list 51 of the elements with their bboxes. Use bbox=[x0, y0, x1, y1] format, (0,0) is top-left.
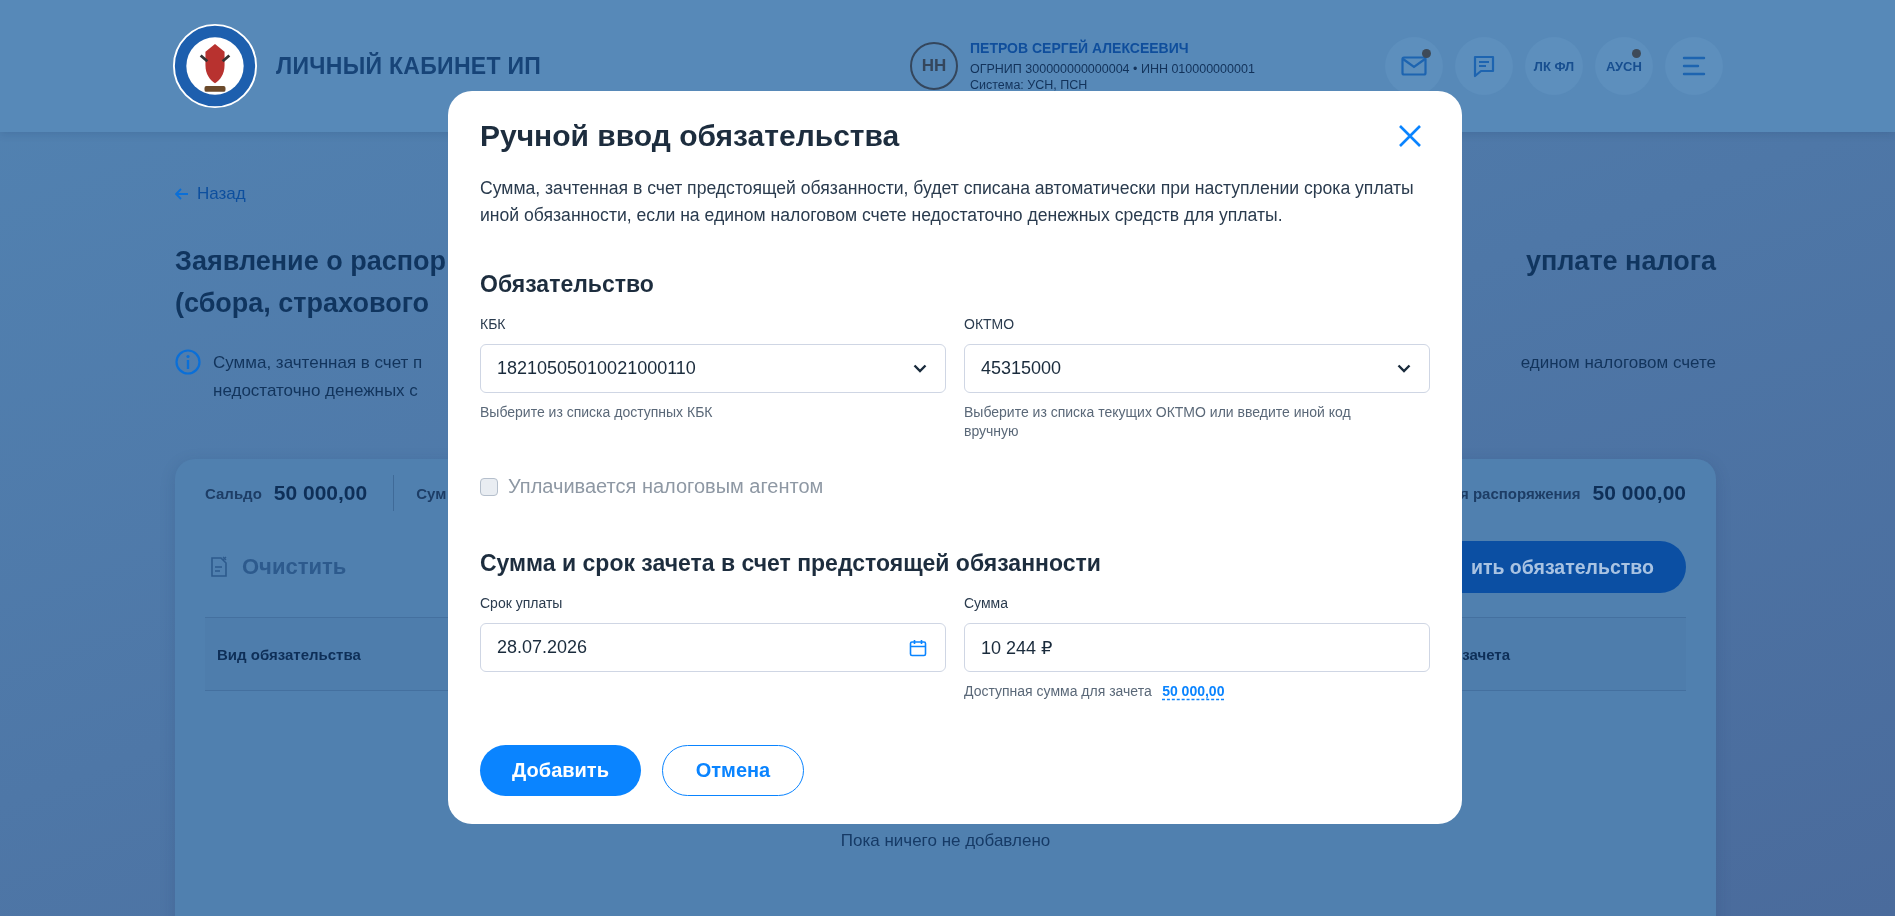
chevron-down-icon bbox=[913, 364, 927, 373]
date-field[interactable]: 28.07.2026 bbox=[480, 623, 946, 672]
tax-system: Система: УСН, ПСН bbox=[970, 78, 1089, 92]
column-header: зачета bbox=[1462, 645, 1510, 663]
sum-label: Сум bbox=[416, 484, 447, 502]
field-label: Сумма bbox=[964, 595, 1009, 611]
checkbox-label: Уплачивается налоговым агентом bbox=[508, 475, 824, 498]
section-title: Обязательство bbox=[480, 271, 655, 298]
user-ids: ОГРНИП 300000000000004 • ИНН 010000000001 bbox=[970, 62, 1255, 76]
info-text: Сумма, зачтенная в счет п bbox=[213, 352, 423, 374]
modal-title: Ручной ввод обязательства bbox=[480, 119, 900, 153]
close-button[interactable] bbox=[1398, 124, 1422, 148]
balance-label: Сальдо bbox=[205, 484, 262, 502]
cancel-button[interactable]: Отмена bbox=[662, 745, 804, 796]
cabinet-title: ЛИЧНЫЙ КАБИНЕТ ИП bbox=[276, 52, 542, 80]
chevron-down-icon bbox=[1397, 364, 1411, 373]
field-label: КБК bbox=[480, 316, 507, 332]
page-title: Заявление о распор bbox=[175, 245, 446, 278]
modal-description: Сумма, зачтенная в счет предстоящей обязанности, будет списана автоматически при наступлении срока уплаты иной обязанности, если на едином налоговом счете недостаточно денежных средств для уплаты. bbox=[480, 177, 1415, 227]
amount-field[interactable]: 10 244 ₽ bbox=[964, 623, 1430, 672]
add-button[interactable]: Добавить bbox=[480, 745, 641, 796]
field-label: Срок уплаты bbox=[480, 595, 564, 611]
info-text: едином налоговом счете bbox=[1520, 352, 1716, 374]
field-label: ОКТМО bbox=[964, 316, 1016, 332]
info-text: недостаточно денежных с bbox=[213, 380, 419, 402]
section-title: Сумма и срок зачета в счет предстоящей обязанности bbox=[480, 550, 1102, 577]
select-field[interactable]: 18210505010021000110 bbox=[480, 344, 946, 393]
back-arrow-icon bbox=[175, 188, 189, 200]
calendar-icon bbox=[909, 638, 927, 657]
chat-icon bbox=[1472, 54, 1496, 78]
back-link[interactable]: Назад bbox=[175, 184, 246, 204]
profile-switch-button[interactable]: АУСН bbox=[1595, 37, 1653, 95]
menu-icon bbox=[1682, 55, 1706, 77]
page-title: уплате налога bbox=[1525, 245, 1716, 278]
mail-icon bbox=[1401, 56, 1427, 76]
balance-value: 50 000,00 bbox=[273, 481, 368, 505]
info-icon bbox=[175, 349, 201, 375]
emblem-icon bbox=[172, 23, 258, 109]
page-title: (сбора, страхового bbox=[175, 287, 431, 320]
disposal-value: 50 000,00 bbox=[1592, 481, 1686, 505]
user-name[interactable]: ПЕТРОВ СЕРГЕЙ АЛЕКСЕЕВИЧ bbox=[970, 40, 1255, 56]
column-header: Вид обязательства bbox=[217, 645, 361, 663]
clear-document-icon bbox=[210, 556, 228, 578]
field-hint: Выберите из списка доступных КБК bbox=[480, 403, 713, 422]
select-field[interactable]: 45315000 bbox=[964, 344, 1430, 393]
available-amount-link[interactable]: 50 000,00 bbox=[1162, 683, 1225, 699]
field-hint: Выберите из списка текущих ОКТМО или введите иной код вручную bbox=[964, 403, 1352, 441]
empty-state-text: Пока ничего не добавлено bbox=[840, 831, 1051, 851]
field-hint: Доступная сумма для зачета bbox=[964, 682, 1152, 701]
profile-switch-button[interactable]: ЛК ФЛ bbox=[1525, 37, 1583, 95]
close-icon bbox=[1398, 124, 1422, 148]
